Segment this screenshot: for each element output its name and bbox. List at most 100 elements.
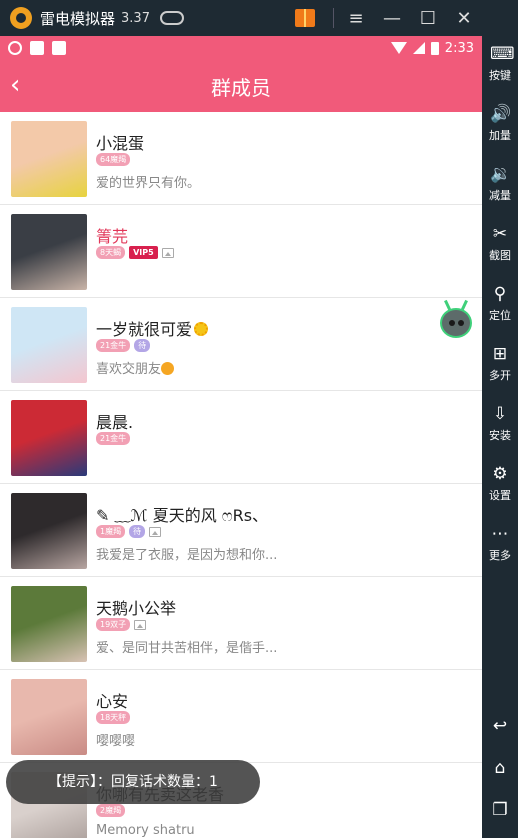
- vip-badge: VIP5: [129, 246, 158, 259]
- member-name: 晨晨.: [96, 413, 134, 432]
- avatar[interactable]: [11, 586, 87, 662]
- floating-robot-icon[interactable]: [438, 299, 474, 342]
- sidebar-label: 设置: [489, 489, 511, 502]
- badge-row: 2魔羯: [96, 804, 126, 817]
- member-row[interactable]: 心安 18天秤嘤嘤嘤: [0, 670, 482, 763]
- sidebar-label: 减量: [489, 189, 511, 202]
- titlebar-divider: [333, 8, 334, 28]
- emulator-title: 雷电模拟器: [40, 9, 116, 28]
- notification-icon: [8, 41, 22, 55]
- badge-row: 64魔羯: [96, 153, 131, 166]
- member-signature: 爱、是同甘共苦相伴，是偕手...: [96, 641, 278, 656]
- avatar[interactable]: [11, 307, 87, 383]
- maximize-button[interactable]: ☐: [410, 8, 446, 29]
- member-row[interactable]: 晨晨. 21金牛: [0, 391, 482, 484]
- member-row[interactable]: ✎ ﹏ℳ 夏天的风 ෆRs、 1魔羯待我爱是了衣服，是因为想和你...: [0, 484, 482, 577]
- emulator-sidebar: ⌨ 按键 🔊 加量 🔉 减量 ✂ 截图 ⚲ 定位 ⊞ 多开 ⇩ 安装 ⚙ 设置 ⋯ 更多 ↩ ⌂ ❐: [482, 0, 518, 838]
- gear-icon: ⚙: [492, 464, 508, 484]
- member-signature: 我爱是了衣服，是因为想和你...: [96, 548, 278, 563]
- badge-row: 21金牛待: [96, 339, 151, 352]
- avatar[interactable]: [11, 214, 87, 290]
- badge-row: 21金牛: [96, 432, 131, 445]
- scissors-icon: ✂: [492, 224, 508, 244]
- age-zodiac-badge: 19双子: [96, 618, 131, 631]
- member-row[interactable]: 小混蛋 64魔羯爱的世界只有你。: [0, 112, 482, 205]
- notification-icon: [30, 41, 44, 55]
- sidebar-gear-button[interactable]: ⚙ 设置: [482, 464, 518, 503]
- status-time: 2:33: [444, 40, 474, 56]
- signal-icon: [412, 42, 425, 54]
- sidebar-label: 更多: [489, 549, 511, 562]
- age-zodiac-badge: 21金牛: [96, 339, 131, 352]
- gamepad-icon[interactable]: [159, 11, 184, 25]
- notification-icon: [52, 41, 66, 55]
- sidebar-volume-down-button[interactable]: 🔉 减量: [482, 164, 518, 203]
- age-zodiac-badge: 21金牛: [96, 432, 131, 445]
- badge-row: 1魔羯待: [96, 525, 162, 538]
- robot-eye: [458, 320, 464, 326]
- sidebar-location-button[interactable]: ⚲ 定位: [482, 284, 518, 323]
- battery-icon: [430, 41, 439, 55]
- member-row[interactable]: 箐芫 8天蝎 VIP5: [0, 205, 482, 298]
- member-signature: 喜欢交朋友: [96, 358, 175, 377]
- robot-eye: [449, 320, 455, 326]
- member-name: 天鹅小公举: [96, 599, 177, 618]
- recents-nav-icon: ❐: [492, 800, 508, 820]
- status-badge: 待: [134, 339, 151, 352]
- age-zodiac-badge: 1魔羯: [96, 525, 126, 538]
- sidebar-multi-open-button[interactable]: ⊞ 多开: [482, 344, 518, 383]
- home-nav-button[interactable]: ⌂: [482, 758, 518, 778]
- recents-nav-button[interactable]: ❐: [482, 800, 518, 820]
- avatar[interactable]: [11, 493, 87, 569]
- age-zodiac-badge: 2魔羯: [96, 804, 126, 817]
- page-title: 群成员: [211, 76, 271, 100]
- member-name: 小混蛋: [96, 134, 145, 153]
- android-status-bar: 2:33: [0, 36, 482, 60]
- sidebar-label: 安装: [489, 429, 511, 442]
- apk-install-icon: ⇩: [492, 404, 508, 424]
- sidebar-keyboard-button[interactable]: ⌨ 按键: [482, 44, 518, 83]
- multi-open-icon: ⊞: [492, 344, 508, 364]
- emulator-titlebar: 雷电模拟器 3.37 ≡ — ☐ ✕ «: [0, 0, 518, 36]
- member-row[interactable]: 天鹅小公举 19双子爱、是同甘共苦相伴，是偕手...: [0, 577, 482, 670]
- badge-row: 19双子: [96, 618, 147, 631]
- back-nav-icon: ↩: [492, 716, 508, 736]
- volume-up-icon: 🔊: [490, 104, 512, 124]
- badge-row: 8天蝎 VIP5: [96, 246, 174, 259]
- close-button[interactable]: ✕: [446, 8, 482, 29]
- member-signature: Memory shatru: [96, 823, 195, 838]
- sidebar-label: 定位: [489, 309, 511, 322]
- member-row[interactable]: 一岁就很可爱 21金牛待喜欢交朋友: [0, 298, 482, 391]
- emulator-logo-icon: [10, 7, 32, 29]
- gift-icon[interactable]: [295, 9, 315, 27]
- photo-icon: [161, 247, 174, 258]
- menu-button[interactable]: ≡: [338, 8, 374, 29]
- sidebar-apk-install-button[interactable]: ⇩ 安装: [482, 404, 518, 443]
- location-icon: ⚲: [493, 284, 507, 304]
- member-name: 一岁就很可爱: [96, 316, 209, 340]
- sidebar-more-button[interactable]: ⋯ 更多: [482, 524, 518, 563]
- robot-head: [440, 308, 472, 338]
- sidebar-scissors-button[interactable]: ✂ 截图: [482, 224, 518, 263]
- sidebar-volume-up-button[interactable]: 🔊 加量: [482, 104, 518, 143]
- minimize-button[interactable]: —: [374, 8, 410, 29]
- smiley-emoji-icon: [161, 362, 175, 375]
- member-signature: 嘤嘤嘤: [96, 734, 136, 749]
- member-name: 心安: [96, 692, 129, 711]
- member-name: 箐芫: [96, 227, 129, 246]
- app-bar: ‹ 群成员: [0, 60, 482, 112]
- sidebar-label: 按键: [489, 69, 511, 82]
- badge-row: 18天秤: [96, 711, 131, 724]
- sun-flower-emoji-icon: [194, 322, 209, 336]
- avatar[interactable]: [11, 679, 87, 755]
- avatar[interactable]: [11, 121, 87, 197]
- toast-message: 【提示】：回复话术数量：1: [6, 760, 260, 804]
- member-name: ✎ ﹏ℳ 夏天的风 ෆRs、: [96, 506, 269, 525]
- member-signature: 爱的世界只有你。: [96, 176, 201, 191]
- avatar[interactable]: [11, 400, 87, 476]
- back-nav-button[interactable]: ↩: [482, 716, 518, 736]
- member-list[interactable]: 小混蛋 64魔羯 爱的世界只有你。 箐芫 8天蝎 VIP5 一岁就很可爱 21金牛待喜欢交朋友…: [0, 112, 482, 838]
- wifi-icon: [390, 42, 407, 54]
- sidebar-label: 截图: [489, 249, 511, 262]
- home-nav-icon: ⌂: [494, 758, 506, 778]
